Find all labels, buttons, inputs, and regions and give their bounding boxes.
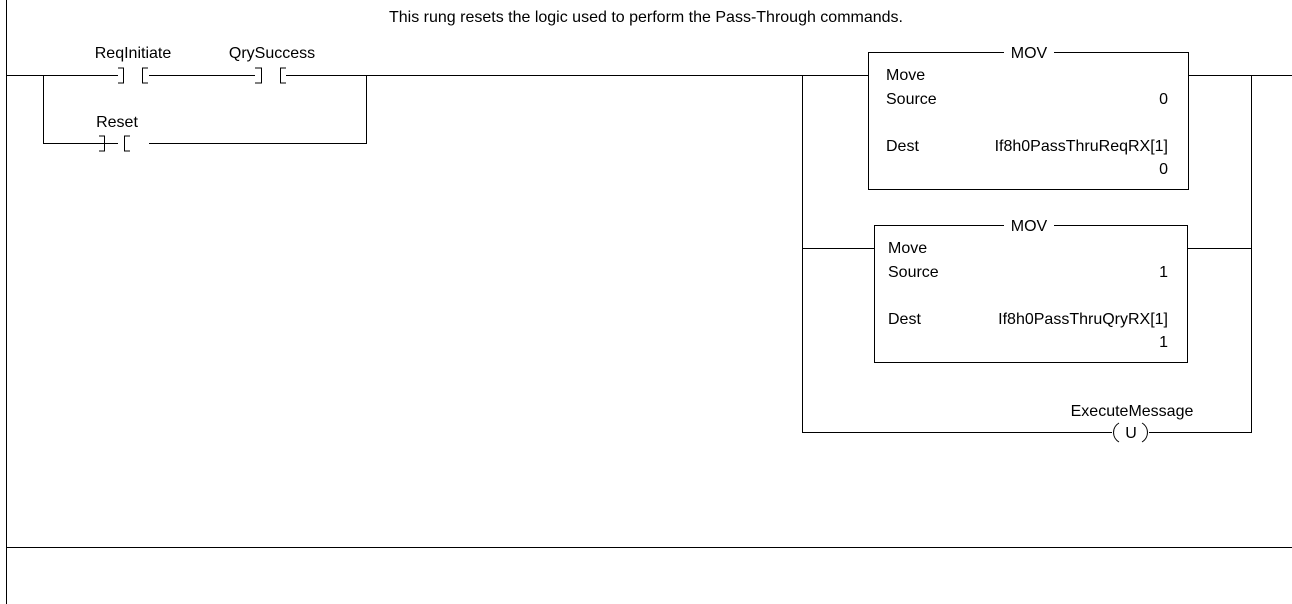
ladder-diagram: This rung resets the logic used to perfo… [6, 0, 1292, 604]
mov-block-1-dest-value: 0 [1159, 161, 1168, 178]
mov-block-2-source-label: Source [888, 264, 939, 281]
unlatch-coil[interactable]: U [1113, 422, 1148, 443]
contact-qry-success[interactable] [255, 67, 286, 84]
mov-block-2-name: Move [888, 240, 927, 257]
rung-comment: This rung resets the logic used to perfo… [389, 9, 903, 26]
mov-block-1-name: Move [886, 67, 925, 84]
contact-label-reset: Reset [96, 114, 138, 131]
mov-block-1-source-label: Source [886, 91, 937, 108]
mov-block-1[interactable]: MOV Move Source 0 Dest If8h0PassThruReqR… [868, 44, 1189, 190]
mov-block-2-dest-tag[interactable]: If8h0PassThruQryRX[1] [998, 311, 1168, 328]
contact-label-req-initiate: ReqInitiate [95, 45, 172, 62]
mov-block-2-dest-label: Dest [888, 311, 921, 328]
branch-wire [43, 75, 118, 144]
mov-block-2-title: MOV [1011, 218, 1048, 235]
mov-block-1-title: MOV [1011, 45, 1048, 62]
mov-block-2-source-value[interactable]: 1 [1159, 264, 1168, 281]
contact-label-qry-success: QrySuccess [229, 45, 315, 62]
mov-block-1-source-value[interactable]: 0 [1159, 91, 1168, 108]
branch-wire [149, 75, 367, 144]
unlatch-coil-tag: ExecuteMessage [1071, 403, 1194, 420]
mov-block-2[interactable]: MOV Move Source 1 Dest If8h0PassThruQryR… [874, 217, 1188, 363]
mov-block-1-dest-tag[interactable]: If8h0PassThruReqRX[1] [995, 138, 1168, 155]
contact-req-initiate[interactable] [118, 67, 148, 84]
unlatch-coil-symbol: U [1125, 425, 1137, 442]
mov-block-1-dest-label: Dest [886, 138, 919, 155]
mov-block-2-dest-value: 1 [1159, 334, 1168, 351]
